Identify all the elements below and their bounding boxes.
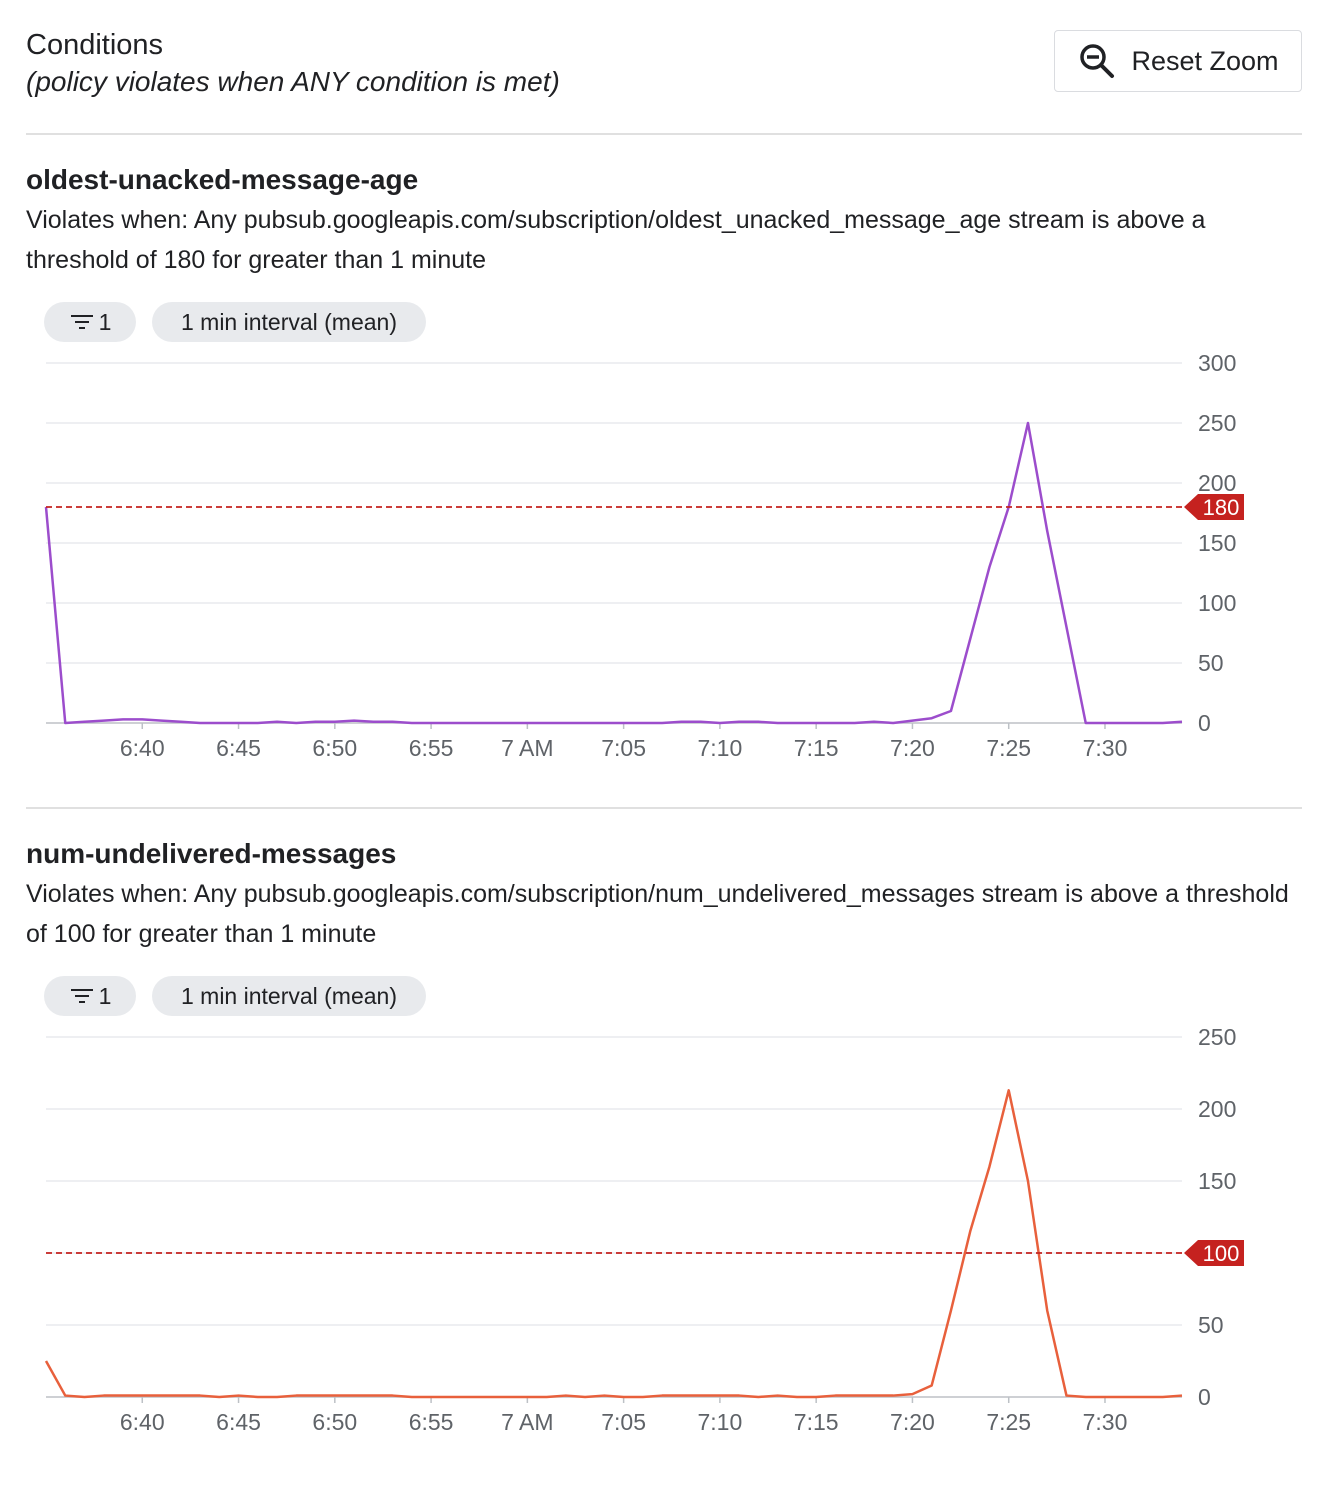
y-tick-label: 150 bbox=[1198, 1168, 1236, 1194]
x-tick-label: 7:30 bbox=[1083, 1409, 1128, 1435]
series-line[interactable] bbox=[44, 421, 1183, 725]
filter-icon bbox=[70, 989, 93, 1003]
x-tick-label: 7:10 bbox=[698, 735, 743, 761]
y-tick-label: 250 bbox=[1198, 1024, 1236, 1050]
y-tick-label: 250 bbox=[1198, 410, 1236, 436]
condition-name: oldest-unacked-message-age bbox=[26, 164, 419, 195]
x-tick-label: 7:05 bbox=[601, 735, 646, 761]
chart-oldest-unacked-message-age[interactable]: 0 50 100 150 200 250 300 6:40 6:45 6:50 6:55 7 AM 7:… bbox=[0, 340, 1328, 780]
filter-count: 1 bbox=[98, 982, 112, 1009]
y-tick-label: 150 bbox=[1198, 530, 1236, 556]
x-tick-label: 6:55 bbox=[409, 735, 454, 761]
filter-chip[interactable]: 1 bbox=[44, 976, 136, 1016]
conditions-header: Conditions (policy violates when ANY con… bbox=[26, 28, 1302, 108]
x-tick-label: 7:20 bbox=[890, 735, 935, 761]
reset-zoom-label: Reset Zoom bbox=[1131, 45, 1279, 76]
y-tick-label: 0 bbox=[1198, 710, 1211, 736]
chart-svg: 0 50 100 150 200 250 6:40 6:45 6:50 6:55 7 AM 7:05 7… bbox=[44, 1024, 1244, 1435]
x-tick-label: 7 AM bbox=[501, 1409, 553, 1435]
y-tick-label: 50 bbox=[1198, 650, 1224, 676]
x-tick-label: 7:25 bbox=[986, 1409, 1031, 1435]
x-tick-label: 7:05 bbox=[601, 1409, 646, 1435]
threshold-label: 180 bbox=[1203, 495, 1240, 520]
y-tick-label: 50 bbox=[1198, 1312, 1224, 1338]
condition-description: Violates when: Any pubsub.googleapis.com… bbox=[26, 880, 1289, 948]
chart-svg: 0 50 100 150 200 250 300 6:40 6:45 6:50 6:55 7 AM 7:… bbox=[44, 350, 1244, 761]
x-tick-label: 6:50 bbox=[312, 1409, 357, 1435]
x-tick-label: 7:30 bbox=[1083, 735, 1128, 761]
chart-num-undelivered-messages[interactable]: 0 50 100 150 200 250 6:40 6:45 6:50 6:55 7 AM 7:05 7… bbox=[0, 1014, 1328, 1454]
x-tick-label: 6:55 bbox=[409, 1409, 454, 1435]
reset-zoom-button[interactable]: Reset Zoom bbox=[1054, 30, 1302, 92]
x-tick-label: 7 AM bbox=[501, 735, 553, 761]
x-tick-label: 7:15 bbox=[794, 1409, 839, 1435]
y-tick-label: 200 bbox=[1198, 470, 1236, 496]
page-title: Conditions bbox=[26, 29, 164, 61]
filter-chip[interactable]: 1 bbox=[44, 302, 136, 342]
x-tick-label: 7:15 bbox=[794, 735, 839, 761]
filter-icon bbox=[70, 315, 93, 329]
section-divider bbox=[26, 133, 1302, 135]
y-tick-label: 0 bbox=[1198, 1384, 1211, 1410]
x-tick-label: 6:45 bbox=[216, 735, 261, 761]
y-tick-label: 300 bbox=[1198, 350, 1236, 376]
interval-chip[interactable]: 1 min interval (mean) bbox=[152, 302, 426, 342]
y-tick-label: 200 bbox=[1198, 1096, 1236, 1122]
x-tick-label: 6:45 bbox=[216, 1409, 261, 1435]
x-tick-label: 6:40 bbox=[120, 1409, 165, 1435]
x-tick-label: 7:20 bbox=[890, 1409, 935, 1435]
threshold-label: 100 bbox=[1203, 1241, 1240, 1266]
section-divider bbox=[26, 807, 1302, 809]
x-tick-label: 6:40 bbox=[120, 735, 165, 761]
x-tick-label: 7:10 bbox=[698, 1409, 743, 1435]
interval-chip[interactable]: 1 min interval (mean) bbox=[152, 976, 426, 1016]
x-tick-label: 6:50 bbox=[312, 735, 357, 761]
condition-description: Violates when: Any pubsub.googleapis.com… bbox=[26, 206, 1206, 274]
zoom-out-icon bbox=[1080, 44, 1115, 78]
condition-name: num-undelivered-messages bbox=[26, 838, 397, 869]
series-line[interactable] bbox=[44, 1089, 1183, 1399]
page-subtitle: (policy violates when ANY condition is m… bbox=[26, 66, 560, 97]
y-tick-label: 100 bbox=[1198, 590, 1236, 616]
x-tick-label: 7:25 bbox=[986, 735, 1031, 761]
filter-count: 1 bbox=[98, 308, 112, 335]
